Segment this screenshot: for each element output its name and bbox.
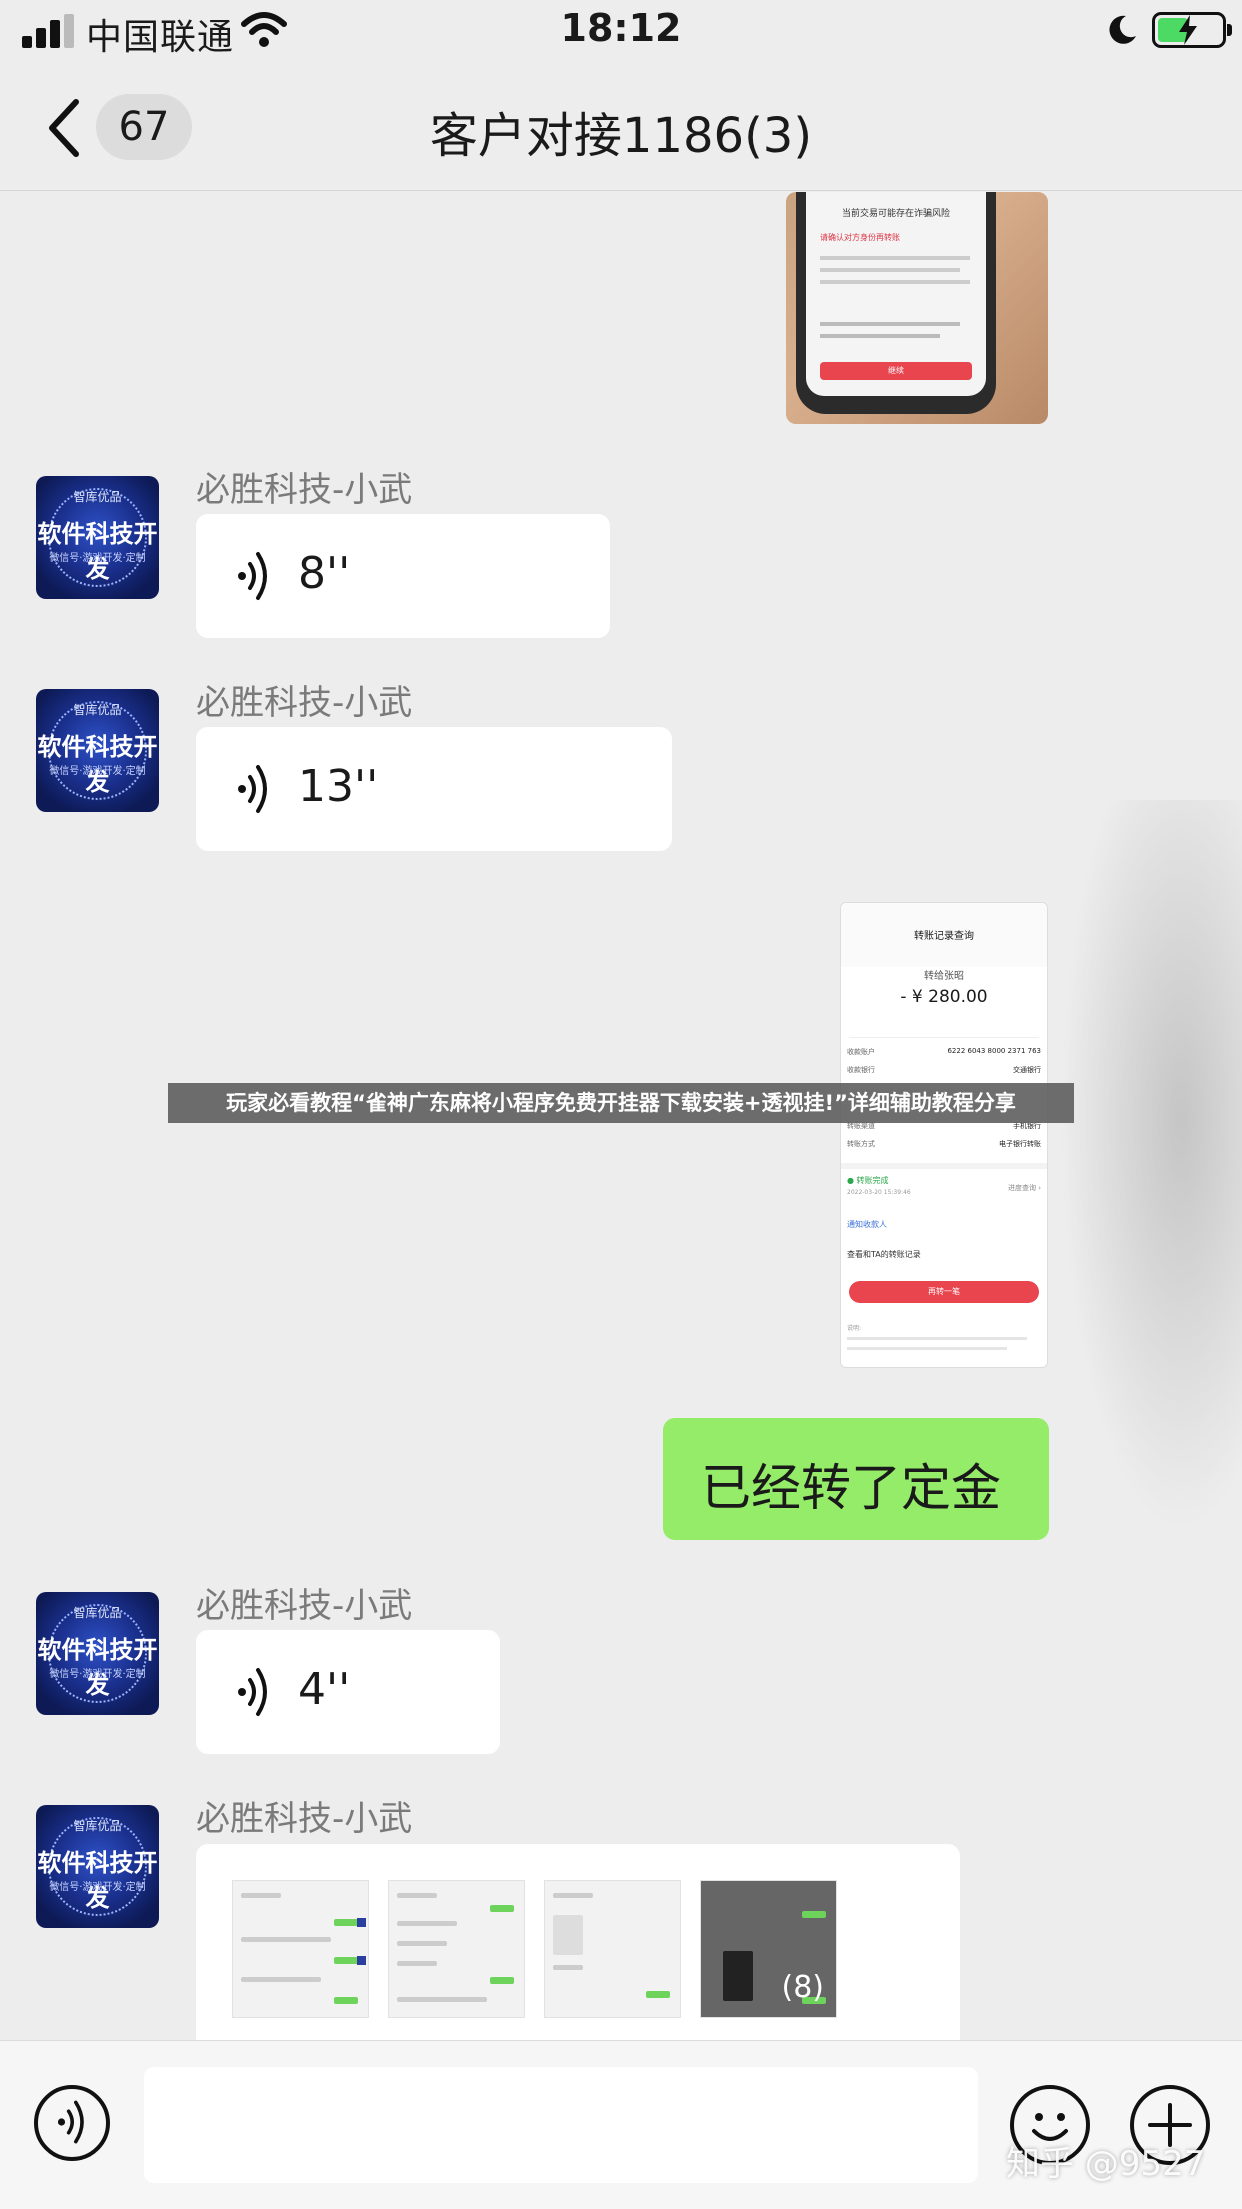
- voice-duration: 4'': [298, 1664, 351, 1715]
- more-images-count: (8): [781, 1970, 825, 2005]
- image-thumbnail[interactable]: [544, 1880, 681, 2018]
- sender-name: 必胜科技-小武: [196, 1799, 413, 1839]
- watermark: 知乎 @9527: [1006, 2144, 1206, 2184]
- voice-wave-icon: [238, 765, 267, 813]
- nav-bar: 67 客户对接1186(3): [0, 64, 1242, 191]
- transfer-note: 说明:: [847, 1325, 862, 1332]
- chat-history-images[interactable]: (8): [196, 1844, 960, 2044]
- transfer-status: ● 转账完成: [847, 1176, 889, 1185]
- sender-name: 必胜科技-小武: [196, 1586, 413, 1626]
- avatar[interactable]: 智库优品 软件科技开发 微信号·游戏开发·定制: [36, 1592, 159, 1715]
- photo-smudge-overlay: [1040, 800, 1242, 1600]
- transfer-history-link: 查看和TA的转账记录: [847, 1250, 921, 1259]
- phone-warning-title: 当前交易可能存在诈骗风险: [841, 209, 950, 219]
- transfer-row: 收款账户 6222 6043 8000 2371 763: [847, 1047, 1041, 1056]
- voice-wave-icon: [238, 1668, 267, 1716]
- message-input[interactable]: [144, 2067, 978, 2183]
- image-thumbnail[interactable]: (8): [700, 1880, 837, 2018]
- image-message-transfer-record[interactable]: 转账记录查询 转给张昭 - ¥ 280.00 收款账户 6222 6043 800…: [840, 902, 1048, 1368]
- image-message-phone-photo[interactable]: 当前交易可能存在诈骗风险 请确认对方身份再转账 继续: [786, 192, 1048, 424]
- notify-payee-link: 通知收款人: [847, 1220, 887, 1229]
- chat-title: 客户对接1186(3): [429, 108, 813, 164]
- transfer-amount: - ¥ 280.00: [900, 987, 988, 1007]
- voice-wave-icon: [238, 552, 267, 600]
- voice-duration: 13'': [298, 761, 379, 812]
- status-time: 18:12: [560, 6, 682, 50]
- transfer-progress-link: 进度查询 ›: [1007, 1184, 1041, 1192]
- phone-warning-text: 请确认对方身份再转账: [820, 233, 900, 242]
- battery-icon: [1152, 12, 1232, 48]
- voice-duration: 8'': [298, 548, 351, 599]
- transfer-row: 转账方式 电子银行转账: [847, 1140, 1041, 1148]
- transfer-row: 收款银行 交通银行: [847, 1066, 1041, 1074]
- voice-message[interactable]: 13'': [196, 727, 672, 851]
- transfer-label: 转给张昭: [924, 971, 964, 982]
- sender-name: 必胜科技-小武: [196, 683, 413, 723]
- image-thumbnail[interactable]: [232, 1880, 369, 2018]
- my-text-message[interactable]: 已经转了定金: [663, 1418, 1049, 1540]
- voice-message[interactable]: 8'': [196, 514, 610, 638]
- image-thumbnail[interactable]: [388, 1880, 525, 2018]
- phone-screen: 当前交易可能存在诈骗风险 请确认对方身份再转账 继续: [796, 192, 996, 414]
- phone-red-button: 继续: [820, 362, 972, 380]
- caption-banner: 玩家必看教程“雀神广东麻将小程序免费开挂器下载安装+透视挂!”详细辅助教程分享: [168, 1083, 1074, 1123]
- voice-input-button[interactable]: [34, 2085, 110, 2161]
- sender-name: 必胜科技-小武: [196, 470, 413, 510]
- transfer-status-date: 2022-03-20 15:39:46: [847, 1189, 911, 1196]
- transfer-header: 转账记录查询: [914, 931, 974, 942]
- avatar[interactable]: 智库优品 软件科技开发 微信号·游戏开发·定制: [36, 1805, 159, 1928]
- do-not-disturb-moon-icon: [1109, 15, 1136, 44]
- voice-message[interactable]: 4'': [196, 1630, 500, 1754]
- message-text: 已经转了定金: [701, 1459, 1001, 1517]
- charging-bolt-icon: [1179, 15, 1197, 45]
- status-bar: 中国联通 18:12: [0, 0, 1242, 64]
- transfer-again-button: 再转一笔: [849, 1281, 1039, 1303]
- avatar[interactable]: 智库优品 软件科技开发 微信号·游戏开发·定制: [36, 476, 159, 599]
- avatar[interactable]: 智库优品 软件科技开发 微信号·游戏开发·定制: [36, 689, 159, 812]
- voice-wave-icon: [57, 2100, 84, 2144]
